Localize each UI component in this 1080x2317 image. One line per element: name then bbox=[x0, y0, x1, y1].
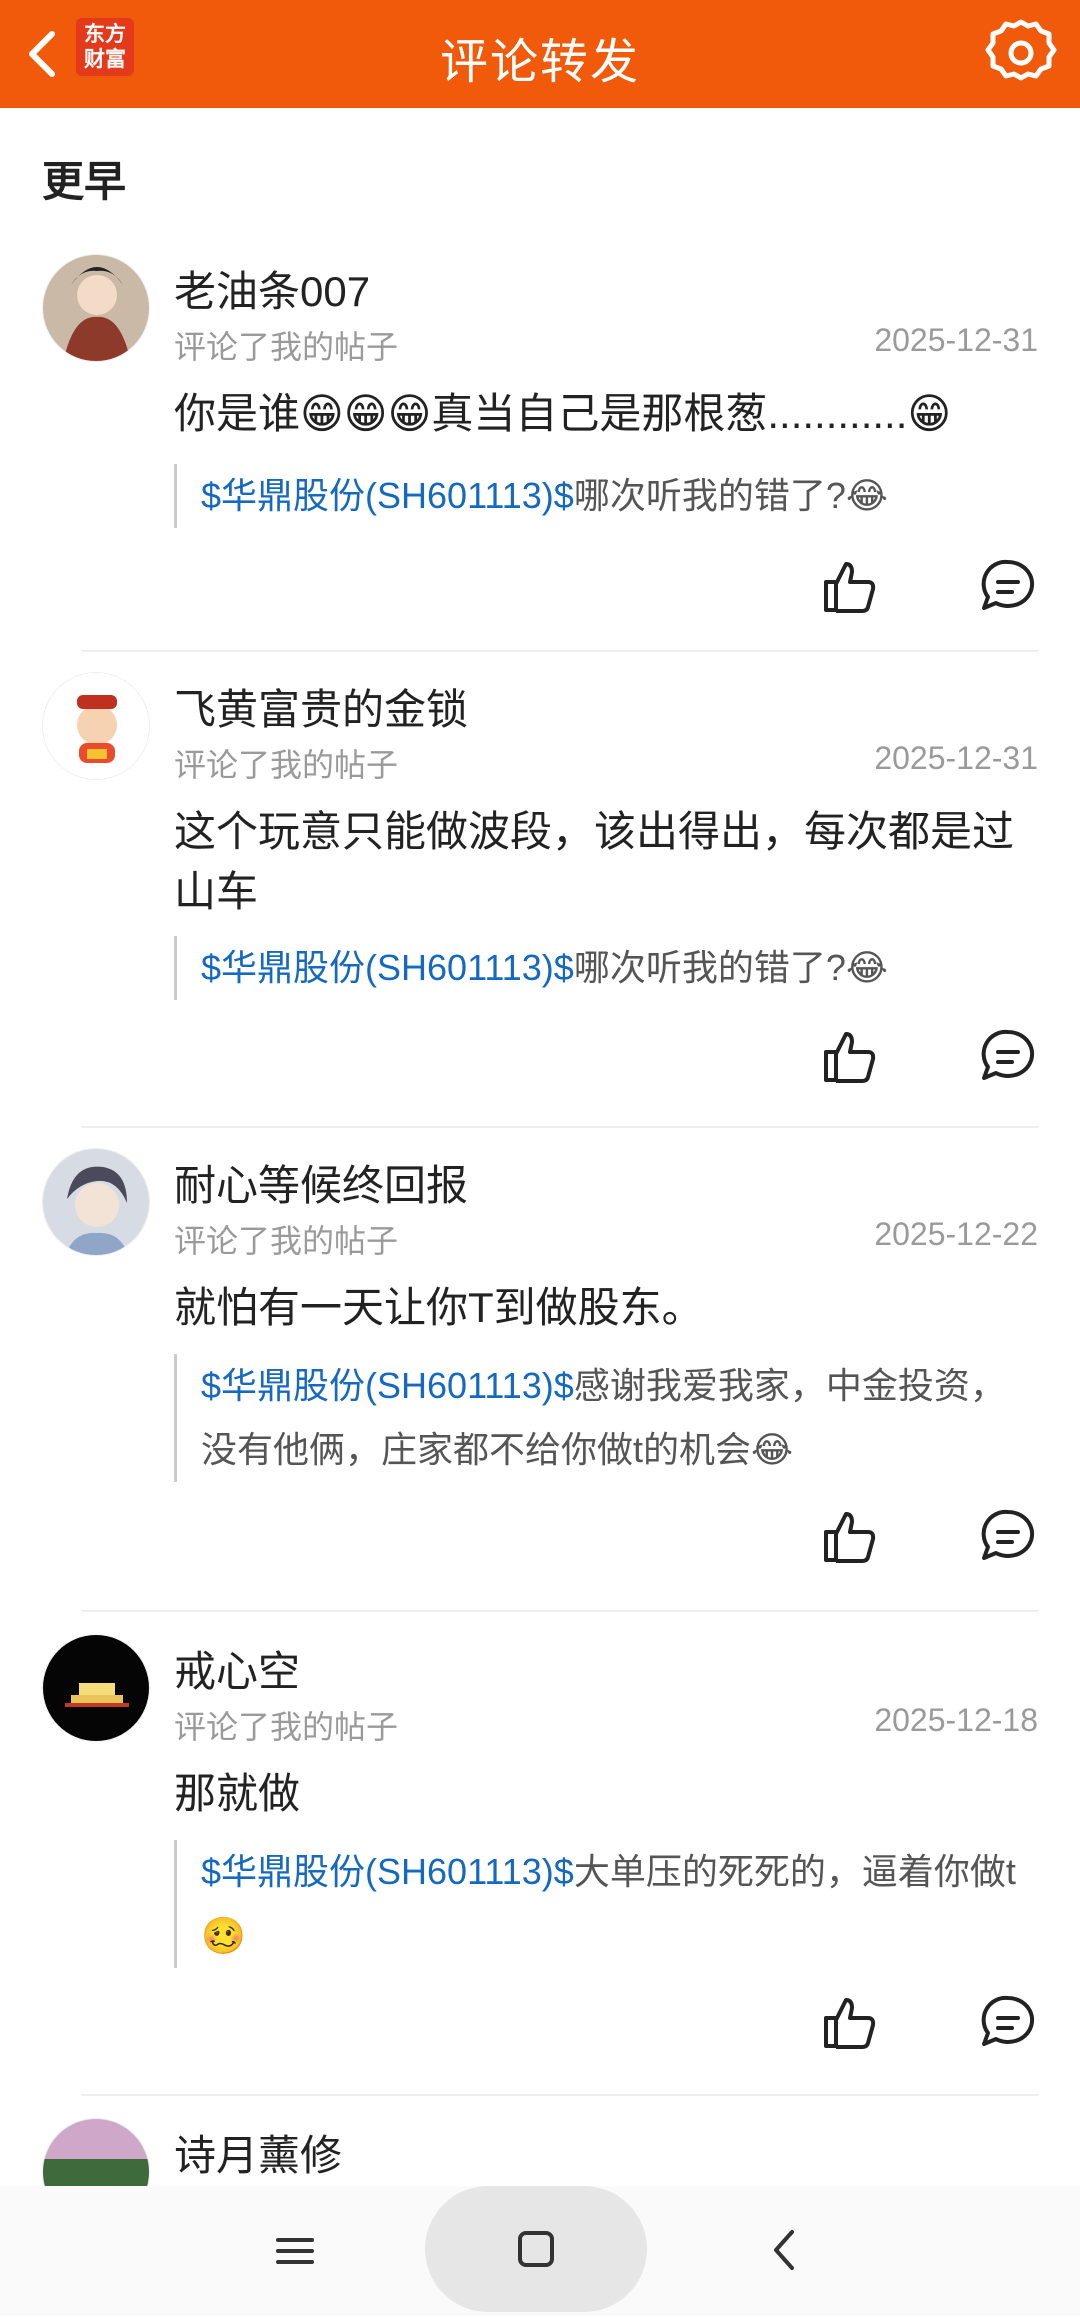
action-bar bbox=[820, 554, 1040, 614]
list-item[interactable]: 诗月薰修 bbox=[0, 2118, 1080, 2186]
avatar[interactable] bbox=[42, 254, 150, 362]
reply-button[interactable] bbox=[976, 1504, 1040, 1568]
quoted-post[interactable]: $华鼎股份(SH601113)$感谢我爱我家，中金投资，没有他俩，庄家都不给你做… bbox=[174, 1354, 1038, 1482]
username[interactable]: 老油条007 bbox=[174, 258, 370, 319]
action-text: 评论了我的帖子 bbox=[174, 1223, 399, 1259]
menu-icon bbox=[276, 2238, 314, 2264]
quote-text: 哪次听我的错了?😂 bbox=[573, 475, 888, 516]
thumbs-up-icon bbox=[824, 1512, 876, 1563]
avatar[interactable] bbox=[42, 672, 150, 780]
like-button[interactable] bbox=[820, 1504, 884, 1568]
comment-text: 就怕有一天让你T到做股东。 bbox=[174, 1284, 704, 1331]
quoted-post[interactable]: $华鼎股份(SH601113)$哪次听我的错了?😂 bbox=[174, 936, 1038, 1000]
like-button[interactable] bbox=[820, 1990, 884, 2054]
timestamp: 2025-12-18 bbox=[874, 1702, 1038, 1738]
square-icon bbox=[518, 2231, 554, 2267]
settings-button[interactable] bbox=[982, 14, 1060, 92]
action-text: 评论了我的帖子 bbox=[174, 1709, 399, 1745]
quote-text: 哪次听我的错了?😂 bbox=[573, 947, 888, 988]
recent-apps-button[interactable] bbox=[270, 2226, 320, 2276]
like-button[interactable] bbox=[820, 1024, 884, 1088]
avatar[interactable] bbox=[42, 2118, 150, 2186]
comment-text: 这个玩意只能做波段，该出得出，每次都是过山车 bbox=[174, 808, 1015, 915]
thumbs-up-icon bbox=[824, 1032, 876, 1083]
stock-link[interactable]: $华鼎股份(SH601113)$ bbox=[201, 1851, 574, 1892]
comment-text: 你是谁😁😁😁真当自己是那根葱............😁 bbox=[174, 390, 952, 437]
page-title: 评论转发 bbox=[439, 36, 640, 89]
action-bar bbox=[820, 1990, 1040, 2050]
divider bbox=[82, 1126, 1038, 1128]
avatar[interactable] bbox=[42, 1148, 150, 1256]
reply-button[interactable] bbox=[976, 554, 1040, 618]
list-item[interactable]: 飞黄富贵的金锁 评论了我的帖子 2025-12-31 这个玩意只能做波段，该出得… bbox=[0, 672, 1080, 1112]
action-text: 评论了我的帖子 bbox=[174, 747, 399, 783]
like-button[interactable] bbox=[820, 554, 884, 618]
avatar[interactable] bbox=[42, 1634, 150, 1742]
list-item[interactable]: 老油条007 评论了我的帖子 2025-12-31 你是谁😁😁😁真当自己是那根葱… bbox=[0, 254, 1080, 654]
system-nav-bar bbox=[0, 2186, 1080, 2316]
divider bbox=[82, 1610, 1038, 1612]
section-title: 更早 bbox=[42, 158, 127, 205]
quoted-post[interactable]: $华鼎股份(SH601113)$哪次听我的错了?😂 bbox=[174, 464, 1038, 528]
quoted-post[interactable]: $华鼎股份(SH601113)$大单压的死死的，逼着你做t🥴 bbox=[174, 1840, 1038, 1968]
divider bbox=[82, 650, 1038, 652]
comment-text: 那就做 bbox=[174, 1770, 301, 1817]
stock-link[interactable]: $华鼎股份(SH601113)$ bbox=[201, 475, 574, 516]
reply-button[interactable] bbox=[976, 1990, 1040, 2054]
list-item[interactable]: 戒心空 评论了我的帖子 2025-12-18 那就做 $华鼎股份(SH60111… bbox=[0, 1634, 1080, 2090]
reply-button[interactable] bbox=[976, 1024, 1040, 1088]
divider bbox=[82, 2094, 1038, 2096]
home-button[interactable] bbox=[425, 2186, 647, 2312]
thumbs-up-icon bbox=[824, 562, 876, 613]
top-bar: 东方 财富 评论转发 bbox=[0, 0, 1080, 108]
comment-bubble-icon bbox=[981, 1029, 1035, 1080]
comment-bubble-icon bbox=[981, 1509, 1035, 1560]
comment-bubble-icon bbox=[981, 1995, 1035, 2046]
chevron-left-icon bbox=[774, 2230, 794, 2270]
action-text: 评论了我的帖子 bbox=[174, 329, 399, 365]
username[interactable]: 诗月薰修 bbox=[174, 2122, 342, 2183]
stock-link[interactable]: $华鼎股份(SH601113)$ bbox=[201, 1365, 574, 1406]
stock-link[interactable]: $华鼎股份(SH601113)$ bbox=[201, 947, 574, 988]
timestamp: 2025-12-31 bbox=[874, 322, 1038, 358]
thumbs-up-icon bbox=[824, 1998, 876, 2049]
list-item[interactable]: 耐心等候终回报 评论了我的帖子 2025-12-22 就怕有一天让你T到做股东。… bbox=[0, 1148, 1080, 1604]
action-bar bbox=[820, 1504, 1040, 1564]
username[interactable]: 戒心空 bbox=[174, 1638, 300, 1699]
timestamp: 2025-12-22 bbox=[874, 1216, 1038, 1252]
timestamp: 2025-12-31 bbox=[874, 740, 1038, 776]
username[interactable]: 飞黄富贵的金锁 bbox=[174, 676, 468, 737]
gear-icon bbox=[985, 19, 1057, 81]
comment-bubble-icon bbox=[981, 559, 1035, 610]
system-back-button[interactable] bbox=[760, 2222, 810, 2278]
action-bar bbox=[820, 1024, 1040, 1084]
username[interactable]: 耐心等候终回报 bbox=[174, 1152, 468, 1213]
